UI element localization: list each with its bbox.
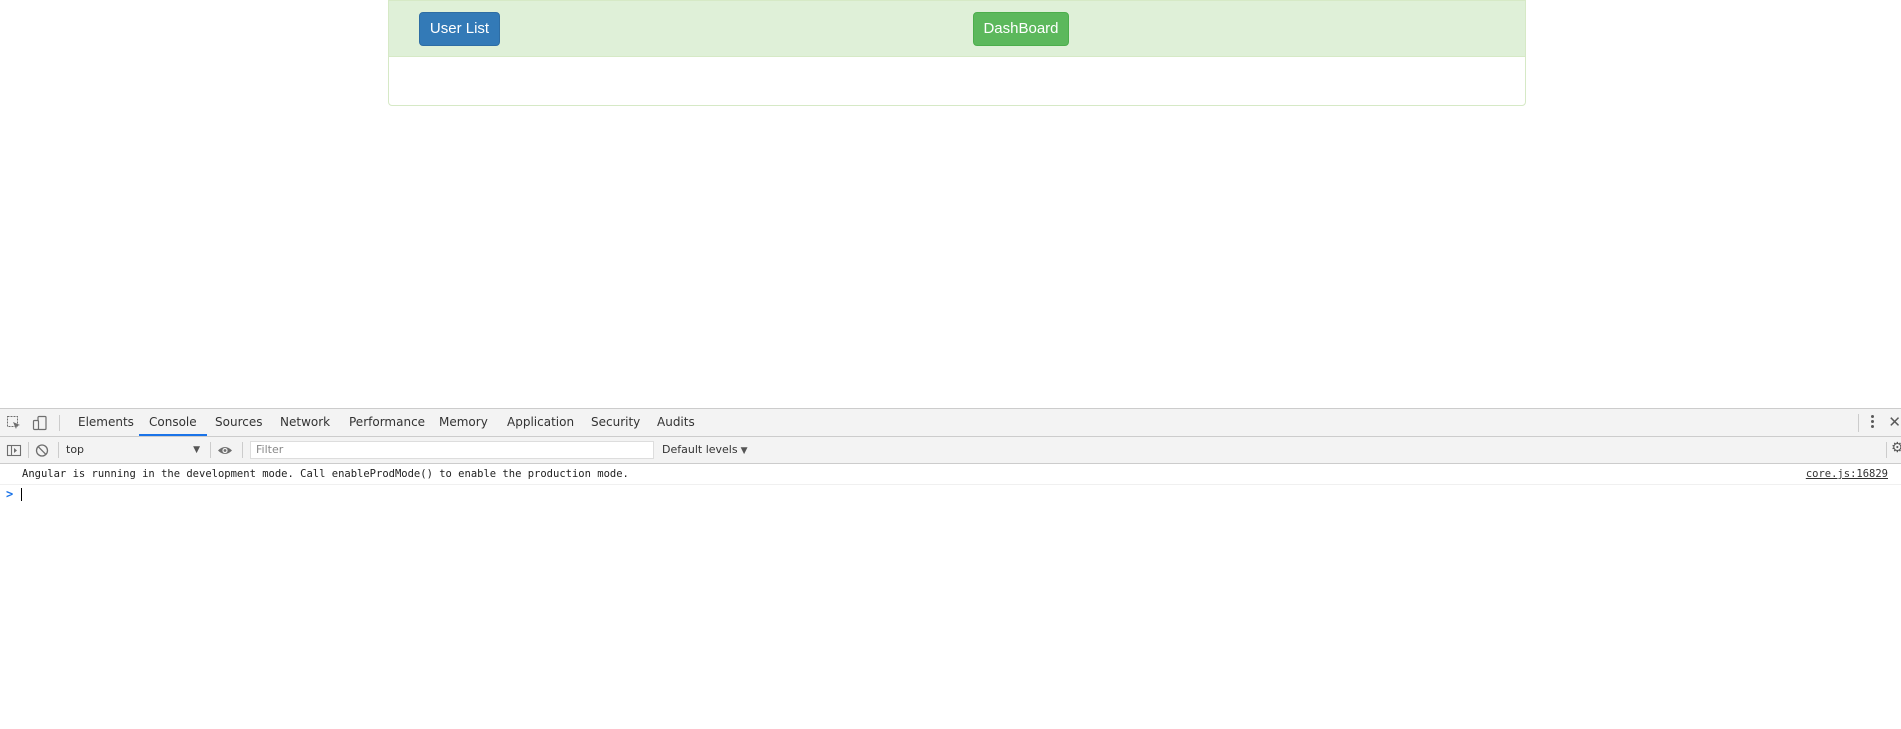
context-selector-value: top — [66, 443, 85, 456]
user-list-button[interactable]: User List — [419, 12, 500, 46]
context-selector[interactable]: top ▼ — [66, 441, 200, 459]
device-toolbar-icon[interactable] — [32, 415, 48, 431]
devtools-tabbar: Elements Console Sources Network Perform… — [0, 409, 1901, 437]
tab-performance[interactable]: Performance — [349, 409, 425, 436]
console-message-source-link[interactable]: core.js:16829 — [1806, 464, 1888, 484]
tab-security[interactable]: Security — [591, 409, 640, 436]
close-icon[interactable]: ✕ — [1888, 412, 1901, 432]
toolbar-right-divider — [1886, 442, 1887, 458]
tab-console[interactable]: Console — [139, 409, 207, 436]
eye-icon[interactable] — [217, 442, 233, 458]
tab-sources[interactable]: Sources — [215, 409, 262, 436]
tab-memory[interactable]: Memory — [439, 409, 488, 436]
clear-console-icon[interactable] — [34, 442, 50, 458]
console-prompt[interactable]: > — [0, 485, 1901, 503]
toolbar-divider — [58, 442, 59, 458]
toolbar-divider — [210, 442, 211, 458]
tabbar-divider — [59, 415, 60, 431]
text-caret — [21, 488, 22, 501]
chevron-down-icon: ▼ — [193, 445, 200, 455]
prompt-chevron-icon: > — [6, 487, 14, 501]
devtools-panel: Elements Console Sources Network Perform… — [0, 408, 1901, 729]
settings-gear-icon[interactable]: ⚙ — [1891, 440, 1901, 458]
inspect-element-icon[interactable] — [6, 415, 22, 431]
console-message-text: Angular is running in the development mo… — [22, 468, 629, 480]
log-levels-label: Default levels — [662, 443, 738, 456]
console-message: Angular is running in the development mo… — [0, 464, 1901, 485]
console-toolbar: top ▼ Default levels▼ ⚙ — [0, 437, 1901, 464]
panel-heading: User List DashBoard — [389, 1, 1525, 57]
dashboard-button[interactable]: DashBoard — [973, 12, 1069, 46]
chevron-down-icon: ▼ — [740, 446, 748, 456]
filter-input[interactable] — [250, 441, 654, 459]
toolbar-divider — [242, 442, 243, 458]
sidebar-toggle-icon[interactable] — [6, 442, 22, 458]
tab-elements[interactable]: Elements — [78, 409, 134, 436]
navigation-panel: User List DashBoard — [388, 0, 1526, 106]
tab-network[interactable]: Network — [280, 409, 330, 436]
log-levels-dropdown[interactable]: Default levels ▼ — [662, 441, 748, 459]
tab-application[interactable]: Application — [507, 409, 574, 436]
tab-audits[interactable]: Audits — [657, 409, 695, 436]
tabbar-right-divider — [1858, 414, 1859, 432]
more-options-icon[interactable] — [1869, 414, 1875, 432]
toolbar-divider — [28, 442, 29, 458]
